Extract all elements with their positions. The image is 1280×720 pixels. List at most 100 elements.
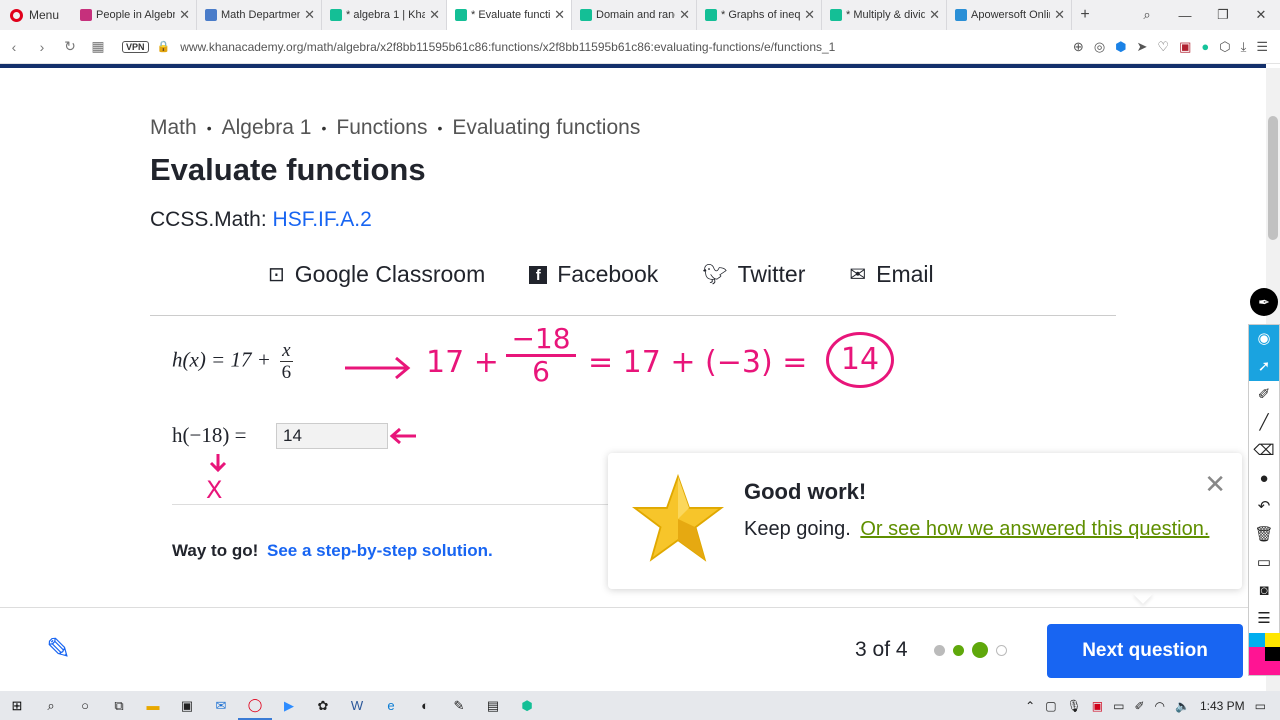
- windows-start-icon[interactable]: ⊞: [0, 698, 34, 714]
- tray-expand-icon[interactable]: ⌃: [1025, 699, 1035, 713]
- tab-close-icon[interactable]: ✕: [429, 7, 440, 23]
- vpn-badge[interactable]: VPN: [122, 40, 149, 53]
- trash-icon[interactable]: 🗑: [1249, 521, 1279, 549]
- back-icon[interactable]: ‹: [0, 39, 28, 55]
- browser-menu-button[interactable]: Menu: [0, 0, 72, 30]
- close-icon[interactable]: ✕: [1204, 469, 1226, 500]
- battery-icon[interactable]: ▭: [1113, 699, 1124, 713]
- camera-icon[interactable]: ◎: [1094, 39, 1105, 55]
- step-by-step-link[interactable]: See a step-by-step solution.: [267, 541, 493, 560]
- mail-icon[interactable]: ✉: [204, 698, 238, 714]
- cursor-icon[interactable]: ➚: [1249, 353, 1279, 381]
- send-icon[interactable]: ➤: [1137, 39, 1148, 55]
- color-swatch[interactable]: [1265, 633, 1280, 647]
- edge-icon[interactable]: e: [374, 698, 408, 713]
- browser-tab-active[interactable]: * Evaluate functions✕: [447, 0, 572, 30]
- khan-app-icon[interactable]: ⬢: [510, 698, 544, 714]
- scrollbar-thumb[interactable]: [1268, 116, 1278, 240]
- new-tab-button[interactable]: +: [1072, 6, 1098, 24]
- line-icon[interactable]: ╱: [1249, 409, 1279, 437]
- breadcrumb-item[interactable]: Algebra 1: [222, 116, 312, 140]
- search-tabs-icon[interactable]: ⌕: [1128, 7, 1166, 23]
- color-swatch[interactable]: [1249, 647, 1265, 661]
- pen-icon[interactable]: ✐: [1134, 699, 1144, 713]
- restore-icon[interactable]: ❐: [1204, 7, 1242, 23]
- scratchpad-icon[interactable]: ✎: [46, 632, 71, 667]
- tab-close-icon[interactable]: ✕: [179, 7, 190, 23]
- easy-setup-icon[interactable]: ☰: [1256, 39, 1268, 55]
- browser-tab[interactable]: Math Department ✕: [197, 0, 322, 30]
- color-swatch[interactable]: [1265, 661, 1280, 675]
- grammarly-icon[interactable]: ●: [1201, 39, 1209, 54]
- tab-close-icon[interactable]: ✕: [554, 7, 565, 23]
- file-explorer-icon[interactable]: ▬: [136, 698, 170, 713]
- tray-red-icon[interactable]: ▣: [1092, 699, 1103, 713]
- notes-icon[interactable]: ☰: [1249, 605, 1279, 633]
- tray-app-icon[interactable]: ▢: [1045, 699, 1056, 713]
- eraser-icon[interactable]: ⌫: [1249, 437, 1279, 465]
- breadcrumb-item[interactable]: Evaluating functions: [452, 116, 640, 140]
- screen-icon[interactable]: ▭: [1249, 549, 1279, 577]
- store-icon[interactable]: ▣: [170, 698, 204, 714]
- standard-link[interactable]: HSF.IF.A.2: [273, 208, 372, 231]
- task-view-icon[interactable]: ⧉: [102, 698, 136, 714]
- browser-tab[interactable]: * Graphs of inequalities✕: [697, 0, 822, 30]
- breadcrumb-item[interactable]: Functions: [336, 116, 427, 140]
- clock[interactable]: 1:43 PM: [1200, 699, 1245, 713]
- notifications-icon[interactable]: ▭: [1255, 699, 1266, 713]
- answer-input[interactable]: 14: [276, 423, 388, 449]
- cube-icon[interactable]: ⬡: [1219, 39, 1230, 55]
- cortana-icon[interactable]: ○: [68, 698, 102, 713]
- calculator-icon[interactable]: ▤: [476, 698, 510, 714]
- capture-icon[interactable]: ◙: [1249, 577, 1279, 605]
- share-google-classroom[interactable]: ⊡ Google Classroom: [268, 261, 485, 288]
- browser-tab[interactable]: Apowersoft Online✕: [947, 0, 1072, 30]
- share-facebook[interactable]: f Facebook: [529, 261, 658, 288]
- word-icon[interactable]: W: [340, 698, 374, 713]
- microphone-icon[interactable]: 🎙: [1067, 699, 1082, 713]
- forward-icon[interactable]: ›: [28, 39, 56, 55]
- dot-icon[interactable]: ●: [1249, 465, 1279, 493]
- download-icon[interactable]: ⤓: [1241, 39, 1247, 55]
- highlighter-icon[interactable]: ✐: [1249, 381, 1279, 409]
- minimize-icon[interactable]: —: [1166, 8, 1204, 23]
- tab-close-icon[interactable]: ✕: [929, 7, 940, 23]
- reload-icon[interactable]: ↻: [56, 38, 84, 55]
- lock-icon[interactable]: 🔒: [157, 40, 171, 53]
- color-swatch[interactable]: [1249, 633, 1265, 647]
- app2-icon[interactable]: ✎: [442, 698, 476, 714]
- tab-close-icon[interactable]: ✕: [804, 7, 815, 23]
- heart-icon[interactable]: ♡: [1157, 39, 1169, 55]
- close-window-icon[interactable]: ✕: [1242, 7, 1280, 23]
- see-answer-link[interactable]: Or see how we answered this question.: [860, 518, 1209, 540]
- browser-tab[interactable]: People in Algebra ✕: [72, 0, 197, 30]
- wifi-icon[interactable]: ◠: [1155, 699, 1165, 713]
- paint-icon[interactable]: ✿: [306, 698, 340, 714]
- url-field[interactable]: www.khanacademy.org/math/algebra/x2f8bb1…: [180, 40, 835, 54]
- browser-tab[interactable]: * Multiply & divide ✕: [822, 0, 947, 30]
- app-icon[interactable]: ◐: [408, 698, 442, 713]
- tab-close-icon[interactable]: ✕: [304, 7, 315, 23]
- extension-icon[interactable]: ▣: [1179, 39, 1191, 55]
- tab-close-icon[interactable]: ✕: [1054, 7, 1065, 23]
- browser-tab[interactable]: * algebra 1 | Khan ✕: [322, 0, 447, 30]
- color-swatch[interactable]: [1249, 661, 1265, 675]
- speed-dial-icon[interactable]: ▦: [84, 38, 112, 55]
- search-icon[interactable]: ⌕: [34, 698, 68, 714]
- tab-close-icon[interactable]: ✕: [679, 7, 690, 23]
- opera-taskbar-icon[interactable]: ◯: [238, 691, 272, 720]
- share-twitter[interactable]: 🐦︎ Twitter: [702, 261, 805, 288]
- color-swatch[interactable]: [1265, 647, 1280, 661]
- pen-logo-icon[interactable]: ✒: [1250, 288, 1278, 316]
- undo-icon[interactable]: ↶: [1249, 493, 1279, 521]
- zoom-icon[interactable]: ⊕: [1073, 39, 1084, 55]
- color-palette[interactable]: [1249, 633, 1280, 675]
- browser-tab[interactable]: Domain and range✕: [572, 0, 697, 30]
- shield-icon[interactable]: ⬢: [1115, 39, 1126, 55]
- breadcrumb-item[interactable]: Math: [150, 116, 197, 140]
- share-email[interactable]: ✉ Email: [849, 261, 933, 288]
- eye-icon[interactable]: ◉: [1249, 325, 1279, 353]
- next-question-button[interactable]: Next question: [1047, 624, 1243, 678]
- zoom-app-icon[interactable]: ▶: [272, 698, 306, 714]
- volume-icon[interactable]: 🔈: [1175, 699, 1190, 713]
